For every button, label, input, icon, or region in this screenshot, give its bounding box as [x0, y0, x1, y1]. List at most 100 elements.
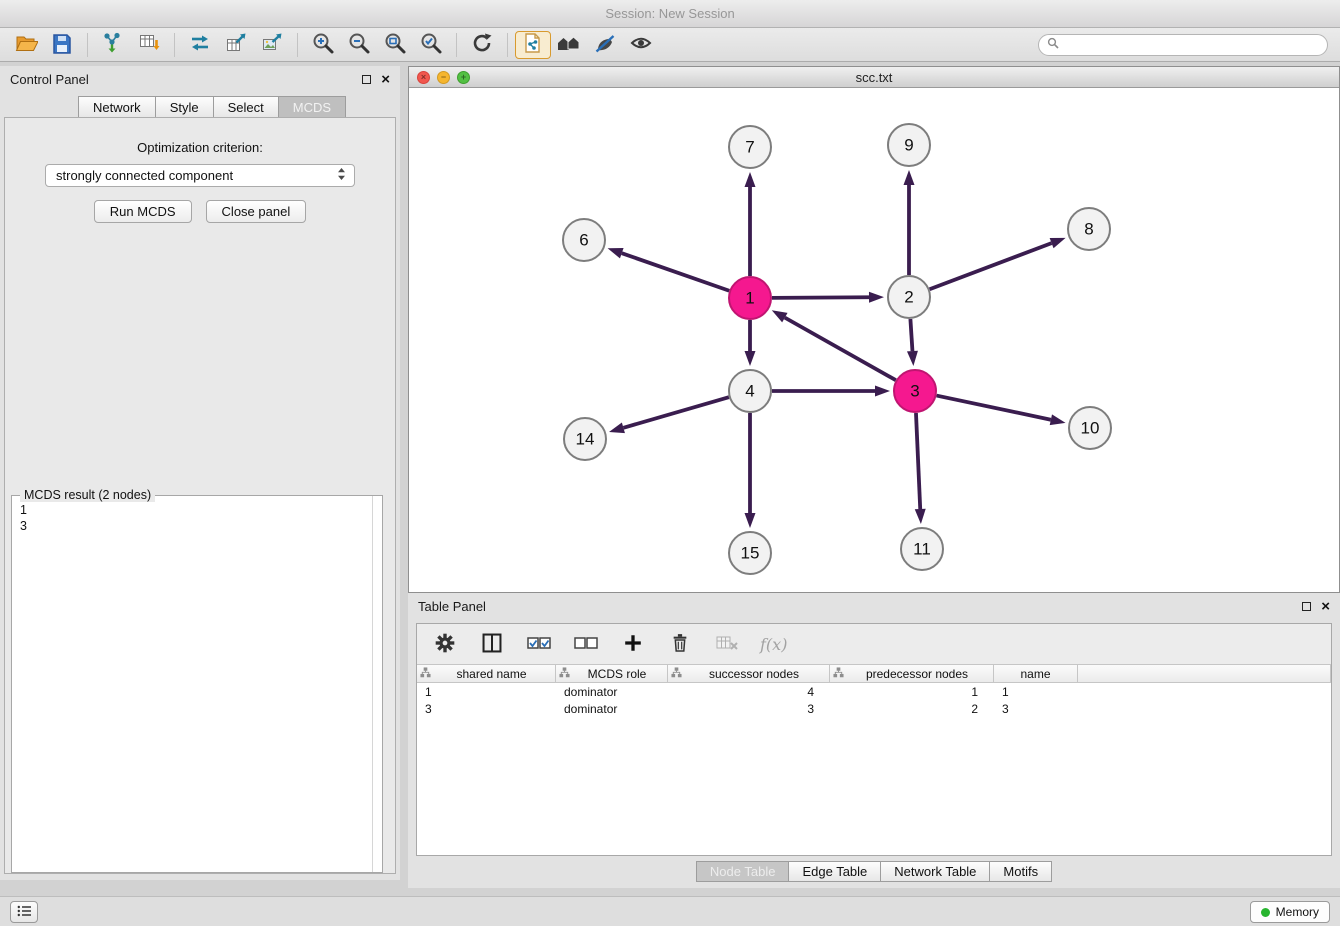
zoom-out-button[interactable]: [341, 31, 377, 59]
first-neighbors-button[interactable]: [551, 31, 587, 59]
add-column-button[interactable]: [619, 630, 647, 658]
graph-edge-4-14[interactable]: [623, 397, 728, 428]
graph-node-4[interactable]: 4: [729, 370, 771, 412]
result-scrollbar[interactable]: [372, 496, 382, 872]
float-panel-icon[interactable]: [1302, 602, 1311, 611]
task-history-button[interactable]: [10, 901, 38, 923]
graph-node-8[interactable]: 8: [1068, 208, 1110, 250]
column-header-predecessor-nodes[interactable]: predecessor nodes: [830, 664, 994, 683]
import-network-button[interactable]: [95, 31, 131, 59]
tab-network[interactable]: Network: [78, 96, 155, 118]
export-network-button[interactable]: [182, 31, 218, 59]
graph-node-9[interactable]: 9: [888, 124, 930, 166]
show-columns-button[interactable]: [478, 630, 506, 658]
graph-node-10[interactable]: 10: [1069, 407, 1111, 449]
tab-motifs[interactable]: Motifs: [989, 861, 1052, 882]
criterion-dropdown[interactable]: strongly connected component: [45, 164, 355, 187]
folder-open-icon: [14, 31, 38, 58]
import-table-button[interactable]: [131, 31, 167, 59]
column-header-shared-name[interactable]: shared name: [417, 664, 556, 683]
status-bar: Memory: [0, 896, 1340, 926]
select-all-button[interactable]: [525, 630, 553, 658]
column-header-mcds-role[interactable]: MCDS role: [556, 664, 668, 683]
search-input[interactable]: [1064, 36, 1319, 53]
hide-graphics-button[interactable]: [587, 31, 623, 59]
open-session-button[interactable]: [8, 31, 44, 59]
deselect-all-button[interactable]: [572, 630, 600, 658]
function-builder-label[interactable]: f(x): [760, 635, 787, 654]
graph-edge-arrowhead: [907, 351, 918, 366]
table-import-icon: [137, 31, 161, 58]
column-header-successor-nodes[interactable]: successor nodes: [668, 664, 830, 683]
show-hide-button[interactable]: [623, 31, 659, 59]
minimize-window-icon[interactable]: −: [437, 71, 450, 84]
column-header-name[interactable]: name: [994, 664, 1078, 683]
delete-column-button[interactable]: [666, 630, 694, 658]
graph-node-7[interactable]: 7: [729, 126, 771, 168]
graph-edge-1-2[interactable]: [772, 297, 869, 298]
window-title: Session: New Session: [605, 6, 734, 21]
close-panel-button[interactable]: Close panel: [206, 200, 307, 223]
graph-edge-3-10[interactable]: [937, 396, 1051, 420]
graph-node-3[interactable]: 3: [894, 370, 936, 412]
graph-node-15[interactable]: 15: [729, 532, 771, 574]
export-table-button[interactable]: [218, 31, 254, 59]
zoom-in-button[interactable]: [305, 31, 341, 59]
columns-icon: [481, 632, 503, 657]
houses-icon: [556, 31, 582, 58]
export-image-button[interactable]: [254, 31, 290, 59]
tab-select[interactable]: Select: [213, 96, 278, 118]
tab-edge-table[interactable]: Edge Table: [788, 861, 880, 882]
run-mcds-button[interactable]: Run MCDS: [94, 200, 192, 223]
graph-edge-arrowhead: [1050, 414, 1066, 425]
zoom-selected-button[interactable]: [413, 31, 449, 59]
graph-node-14[interactable]: 14: [564, 418, 606, 460]
float-panel-icon[interactable]: [362, 75, 371, 84]
memory-status-icon: [1261, 908, 1270, 917]
tab-style[interactable]: Style: [155, 96, 213, 118]
close-panel-icon[interactable]: ×: [381, 72, 390, 87]
svg-text:2: 2: [904, 288, 913, 307]
tab-node-table[interactable]: Node Table: [696, 861, 789, 882]
tab-mcds[interactable]: MCDS: [278, 96, 346, 118]
node-table-container: f(x) shared name MCDS role successor nod…: [416, 623, 1332, 856]
svg-text:9: 9: [904, 136, 913, 155]
close-panel-icon[interactable]: ×: [1321, 599, 1330, 614]
tab-network-table[interactable]: Network Table: [880, 861, 989, 882]
save-session-button[interactable]: [44, 31, 80, 59]
graph-edge-2-3[interactable]: [910, 319, 912, 351]
memory-button[interactable]: Memory: [1250, 901, 1330, 923]
graph-edge-arrowhead: [869, 292, 884, 303]
control-panel: Control Panel × Network Style Select MCD…: [0, 66, 400, 880]
zoom-selected-icon: [419, 31, 443, 58]
toolbar-separator: [87, 33, 88, 57]
maximize-window-icon[interactable]: +: [457, 71, 470, 84]
graph-edge-3-11[interactable]: [916, 413, 920, 509]
table-row[interactable]: 3 dominator 3 2 3: [417, 700, 1331, 717]
delete-table-button[interactable]: [713, 630, 741, 658]
graph-node-6[interactable]: 6: [563, 219, 605, 261]
search-box[interactable]: [1038, 34, 1328, 56]
graph-node-11[interactable]: 11: [901, 528, 943, 570]
table-row[interactable]: 1 dominator 4 1 1: [417, 683, 1331, 700]
mcds-result-box: MCDS result (2 nodes) 1 3: [11, 495, 383, 873]
network-canvas[interactable]: 7 9 6 8 1 2 4 3 14 10 15 11: [409, 88, 1339, 592]
tree-icon: [671, 667, 682, 681]
network-window-title: scc.txt: [856, 70, 893, 85]
graph-edge-3-1[interactable]: [785, 318, 896, 381]
svg-text:4: 4: [745, 382, 754, 401]
apply-style-button[interactable]: [515, 31, 551, 59]
graph-node-2[interactable]: 2: [888, 276, 930, 318]
graph-edge-1-6[interactable]: [622, 253, 729, 291]
graph-edge-arrowhead: [772, 310, 788, 322]
svg-text:1: 1: [745, 289, 754, 308]
close-window-icon[interactable]: ×: [417, 71, 430, 84]
graph-edge-2-8[interactable]: [930, 243, 1052, 289]
swap-arrows-icon: [188, 31, 212, 58]
column-header-filler: [1078, 664, 1331, 683]
network-view-window: × − + scc.txt 7 9 6 8 1 2 4 3 14 10 15 11: [408, 66, 1340, 593]
zoom-fit-button[interactable]: [377, 31, 413, 59]
refresh-button[interactable]: [464, 31, 500, 59]
table-settings-button[interactable]: [431, 630, 459, 658]
graph-node-1[interactable]: 1: [729, 277, 771, 319]
